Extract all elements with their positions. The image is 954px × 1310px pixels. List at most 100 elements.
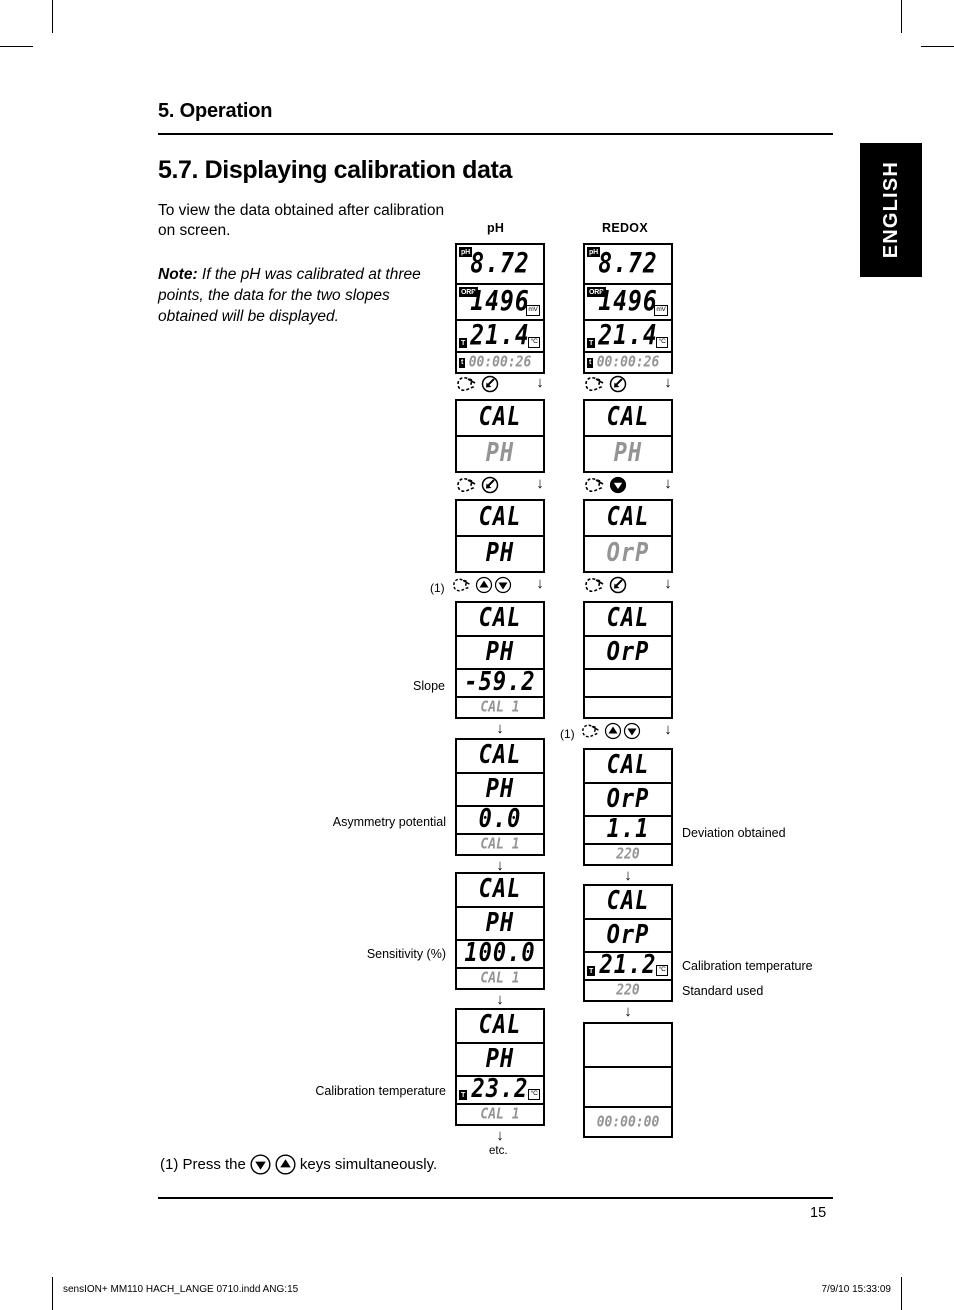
lcd-row-mode: PH — [457, 537, 543, 571]
lcd-redox-final: 00:00:00 — [583, 1022, 673, 1138]
page-title: 5.7. Displaying calibration data — [158, 156, 512, 184]
lcd-value-cal: CAL — [606, 502, 650, 533]
intro-paragraph: To view the data obtained after calibrat… — [158, 202, 445, 239]
lcd-value-mode: PH — [485, 637, 515, 667]
flow-arrow-redox-1: ↓ — [664, 374, 672, 391]
lcd-ph-cal-blink: CAL PH — [455, 399, 545, 473]
annotation-sensitivity: Sensitivity (%) — [366, 947, 446, 961]
lcd-row-mode: OrP — [585, 637, 671, 670]
lcd-redox-cal-blink: CAL PH — [583, 399, 673, 473]
hand-press-icon — [453, 578, 470, 592]
crop-mark-bottom-left-vertical — [52, 1277, 53, 1310]
etc-label: etc. — [489, 1145, 508, 1157]
lcd-value-orp: 1496 — [470, 286, 530, 317]
unit-celsius: °C — [656, 964, 668, 977]
flow-arrow-redox-5: ↓ — [624, 867, 632, 884]
lcd-row-temp: T 21.4 °C — [457, 321, 543, 353]
unit-celsius: °C — [656, 336, 668, 348]
lcd-value-calpoint: CAL 1 — [480, 835, 520, 854]
lcd-redox-deviation: CAL OrP 1.1 220 — [583, 748, 673, 866]
flow-arrow-ph-5: ↓ — [496, 857, 504, 874]
lcd-row-mode: OrP — [585, 784, 671, 817]
tag-temperature: T — [459, 338, 468, 348]
flow-arrow-ph-6: ↓ — [496, 991, 504, 1008]
note-label: Note: — [158, 266, 198, 283]
lcd-row-measure: -59.2 — [457, 670, 543, 699]
lcd-row-calpoint: CAL 1 — [457, 835, 543, 854]
language-tab: ENGLISH — [860, 143, 922, 277]
crop-mark-top-right-horizontal — [921, 46, 954, 47]
down-arrow-key-icon — [494, 576, 512, 594]
crop-mark-bottom-right-vertical — [901, 1277, 902, 1310]
lcd-value-cal: CAL — [606, 603, 650, 634]
lcd-value-mode: PH — [485, 774, 515, 804]
crop-mark-top-left-horizontal — [0, 46, 33, 47]
lcd-row-mode: PH — [457, 774, 543, 807]
flow-arrow-ph-1: ↓ — [536, 374, 544, 391]
flow-arrow-redox-6: ↓ — [624, 1003, 632, 1020]
marker-redox-1: (1) — [560, 727, 575, 741]
lcd-row-cal: CAL — [457, 740, 543, 775]
hand-press-icon — [582, 724, 599, 738]
lcd-value-cal: CAL — [606, 750, 650, 781]
lcd-row-timer: t 00:00:26 — [457, 353, 543, 372]
lcd-row-measure: 1.1 — [585, 817, 671, 846]
keyhint-ph-updown — [452, 576, 512, 594]
lcd-row-ph: pH 8.72 — [457, 245, 543, 285]
lcd-value-mode: PH — [485, 1044, 515, 1074]
footnote-tail: keys simultaneously. — [299, 1156, 438, 1173]
up-arrow-key-icon — [275, 1154, 296, 1175]
lcd-row-cal: CAL — [585, 750, 671, 785]
lcd-redox-cal-orp-blink: CAL OrP — [583, 499, 673, 573]
unit-celsius: °C — [528, 336, 540, 348]
down-arrow-key-icon — [250, 1154, 271, 1175]
lcd-value-mode: PH — [613, 438, 643, 469]
marker-ph-1: (1) — [430, 581, 445, 595]
lcd-row-timer: 00:00:00 — [585, 1108, 671, 1136]
tag-timer: t — [587, 357, 594, 368]
lcd-value-cal: CAL — [606, 886, 650, 917]
lcd-value-cal: CAL — [478, 502, 522, 533]
lcd-value-cal: CAL — [478, 402, 522, 433]
lcd-value-standard: 220 — [616, 845, 640, 864]
lcd-row-cal: CAL — [457, 401, 543, 437]
column-heading-ph: pH — [487, 221, 505, 235]
imprint-filename: sensION+ MM110 HACH_LANGE 0710.indd ANG:… — [63, 1284, 299, 1295]
lcd-value-asymmetry: 0.0 — [478, 806, 522, 835]
hand-press-icon — [457, 376, 476, 392]
lcd-value-cal: CAL — [478, 603, 522, 634]
keyhint-redox-updown — [581, 722, 641, 740]
lcd-value-calpoint: CAL 1 — [480, 698, 520, 717]
up-arrow-key-icon — [475, 576, 493, 594]
lcd-row-orp: ORP 1496 mV — [457, 285, 543, 321]
lcd-value-ph: 8.72 — [470, 248, 530, 279]
lcd-row-measure: T 21.2 °C — [585, 953, 671, 982]
lcd-value-ph: 8.72 — [598, 248, 658, 279]
unit-mv: mV — [525, 304, 540, 316]
lcd-redox-cal-temperature: CAL OrP T 21.2 °C 220 — [583, 884, 673, 1002]
tag-temperature: T — [587, 338, 596, 348]
lcd-row-cal: CAL — [457, 501, 543, 537]
lcd-row-temp: T 21.4 °C — [585, 321, 671, 353]
flow-arrow-ph-2: ↓ — [536, 475, 544, 492]
flow-arrow-redox-3: ↓ — [664, 575, 672, 592]
unit-mv: mV — [653, 304, 668, 316]
footnote-lead: (1) Press the — [160, 1156, 246, 1173]
lcd-ph-asymmetry: CAL PH 0.0 CAL 1 — [455, 738, 545, 856]
page-number: 15 — [810, 1205, 827, 1221]
annotation-asymmetry: Asymmetry potential — [332, 815, 446, 829]
annotation-standard-used: Standard used — [682, 984, 764, 998]
lcd-row-standard: 220 — [585, 845, 671, 864]
lcd-value-caltemp: 23.2 — [471, 1076, 529, 1105]
annotation-calibration-temperature-left: Calibration temperature — [315, 1084, 446, 1098]
chapter-heading: 5. Operation — [158, 100, 273, 122]
lcd-row-cal: CAL — [585, 501, 671, 537]
lcd-row-cal: CAL — [585, 401, 671, 437]
lcd-value-caltemp: 21.2 — [599, 952, 657, 981]
lcd-value-orp: 1496 — [598, 286, 658, 317]
lcd-value-temp: 21.4 — [470, 321, 530, 351]
lcd-row-cal: CAL — [457, 1010, 543, 1045]
hand-press-icon — [585, 577, 604, 593]
hand-press-icon — [585, 477, 604, 493]
annotation-slope: Slope — [413, 679, 445, 693]
